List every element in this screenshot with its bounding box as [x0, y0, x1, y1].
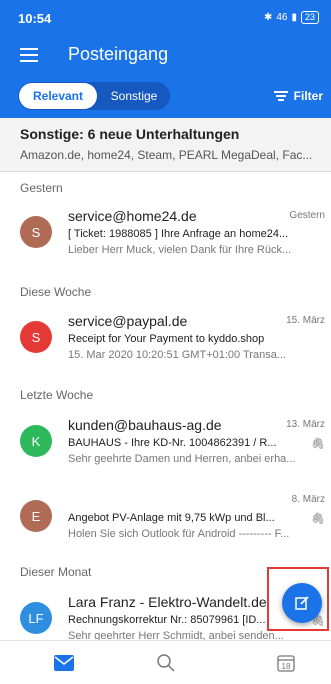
tab-other[interactable]: Sonstige — [98, 82, 170, 110]
signal-icon: ▮ — [291, 12, 297, 23]
status-bar: 10:54 ✱ 46 ▮ 23 — [0, 0, 331, 36]
message-subject: Receipt for Your Payment to kyddo.shop — [68, 333, 265, 345]
message-sender: kunden@bauhaus-ag.de — [68, 417, 222, 433]
message-preview: Lieber Herr Muck, vielen Dank für Ihre R… — [68, 244, 292, 256]
avatar: E — [20, 500, 52, 532]
highlight-box — [267, 567, 329, 631]
message-subject: Angebot PV-Anlage mit 9,75 kWp und Bl... — [68, 512, 275, 524]
message-sender: service@home24.de — [68, 208, 197, 224]
filter-button[interactable]: Filter — [273, 89, 323, 103]
hamburger-icon[interactable] — [20, 48, 38, 62]
other-inbox-banner[interactable]: Sonstige: 6 neue Unterhaltungen Amazon.d… — [0, 118, 331, 172]
avatar: K — [20, 425, 52, 457]
status-time: 10:54 — [18, 11, 52, 26]
paperclip-icon: 🖇 — [311, 438, 325, 450]
filter-icon — [273, 91, 288, 101]
message-preview: Sehr geehrte Damen und Herren, anbei erh… — [68, 453, 296, 465]
message-subject: BAUHAUS - Ihre KD-Nr. 1004862391 / R... — [68, 437, 277, 449]
section-header-this-week: Diese Woche — [20, 285, 92, 299]
message-date: 8. März — [291, 494, 325, 505]
bottom-navigation: 18 — [0, 640, 331, 684]
filter-label: Filter — [293, 89, 323, 103]
page-title: Posteingang — [68, 44, 169, 64]
bluetooth-icon: ✱ — [263, 12, 273, 23]
section-header-this-month: Dieser Monat — [20, 565, 92, 579]
message-item[interactable]: S service@paypal.de 15. März Receipt for… — [0, 307, 331, 379]
message-subject: [ Ticket: 1988085 ] Ihre Anfrage an home… — [68, 228, 289, 240]
nav-search[interactable] — [154, 651, 178, 675]
search-icon — [157, 654, 175, 672]
battery-indicator: 23 — [300, 11, 319, 24]
message-sender: Lara Franz - Elektro-Wandelt.de — [68, 594, 267, 610]
message-item[interactable]: E 8. März Angebot PV-Anlage mit 9,75 kWp… — [0, 486, 331, 558]
network-indicator: 46 — [276, 12, 288, 23]
message-item[interactable]: K kunden@bauhaus-ag.de 13. März BAUHAUS … — [0, 411, 331, 483]
filter-bar: Relevant Sonstige Filter — [0, 76, 331, 118]
mail-icon — [54, 655, 74, 671]
calendar-icon: 18 — [277, 655, 295, 672]
message-date: 15. März — [286, 315, 325, 326]
tab-relevant[interactable]: Relevant — [19, 83, 97, 109]
avatar: S — [20, 321, 52, 353]
message-date: Gestern — [289, 210, 325, 221]
inbox-segment-control: Relevant Sonstige — [18, 82, 170, 110]
section-header-yesterday: Gestern — [20, 181, 63, 195]
avatar: LF — [20, 602, 52, 634]
message-date: 13. März — [286, 419, 325, 430]
nav-calendar[interactable]: 18 — [274, 651, 298, 675]
avatar: S — [20, 216, 52, 248]
message-preview: 15. Mar 2020 10:20:51 GMT+01:00 Transa..… — [68, 349, 286, 361]
other-inbox-title: Sonstige: 6 neue Unterhaltungen — [20, 126, 240, 142]
other-inbox-senders: Amazon.de, home24, Steam, PEARL MegaDeal… — [20, 148, 313, 162]
message-item[interactable]: S service@home24.de Gestern [ Ticket: 19… — [0, 202, 331, 274]
section-header-last-week: Letzte Woche — [20, 388, 94, 402]
message-preview: Holen Sie sich Outlook für Android -----… — [68, 528, 290, 540]
app-bar: Posteingang — [0, 36, 331, 76]
message-sender: service@paypal.de — [68, 313, 188, 329]
paperclip-icon: 🖇 — [311, 513, 325, 525]
nav-mail[interactable] — [52, 651, 76, 675]
system-icons: ✱ 46 ▮ 23 — [264, 11, 319, 24]
message-preview: Sehr geehrter Herr Schmidt, anbei senden… — [68, 630, 284, 640]
calendar-day: 18 — [282, 662, 291, 671]
